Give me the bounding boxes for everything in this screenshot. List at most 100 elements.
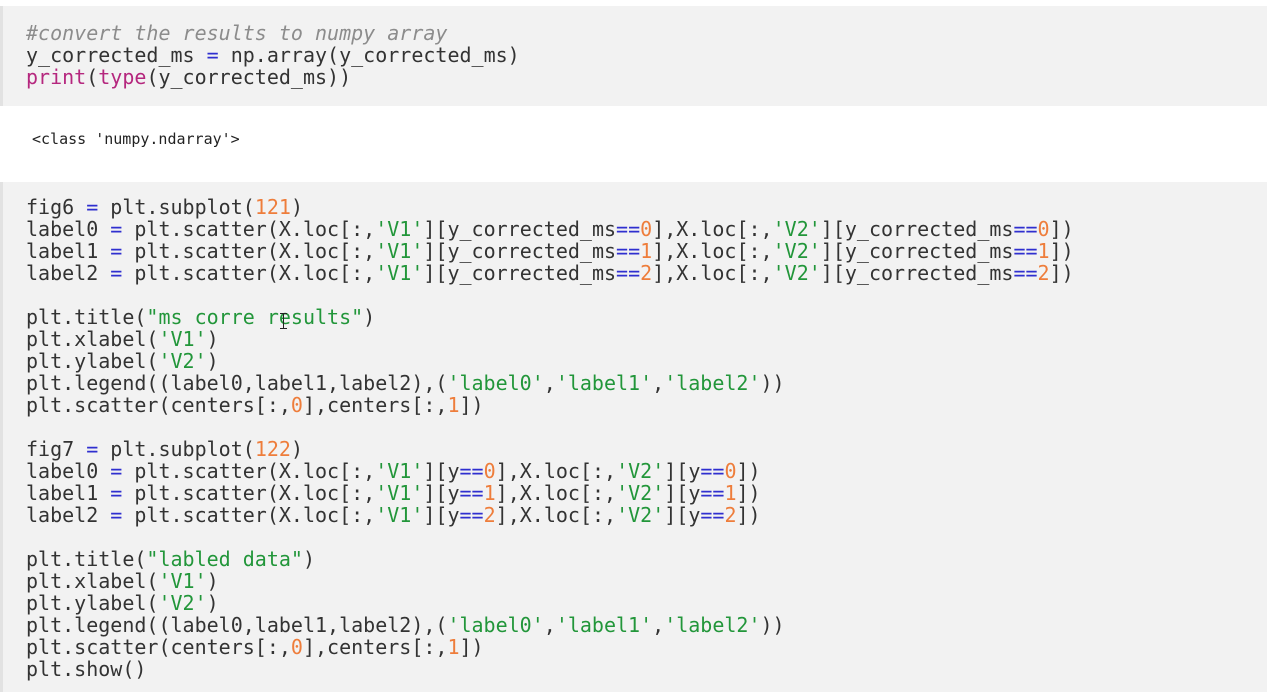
- code-line[interactable]: plt.scatter(centers[:,0],centers[:,1]): [26, 394, 1074, 416]
- code-line[interactable]: print(type(y_corrected_ms)): [26, 66, 520, 88]
- code-token-text: ): [290, 437, 303, 461]
- code-token-op: =: [86, 195, 99, 219]
- code-token-text: ): [290, 195, 303, 219]
- code-line[interactable]: label1 = plt.scatter(X.loc[:,'V1'][y==1]…: [26, 482, 1074, 504]
- ibeam-cursor-icon: [280, 313, 288, 329]
- code-token-text: plt.scatter(X.loc[:,: [122, 459, 376, 483]
- code-token-text: ): [302, 547, 316, 571]
- code-token-text: ][y_corrected_ms: [820, 261, 1014, 285]
- code-token-text: ,: [543, 371, 556, 395]
- code-token-text: plt.title(: [26, 547, 147, 571]
- code-token-op: ==: [616, 239, 641, 263]
- code-token-str: 'label1': [555, 371, 653, 395]
- code-token-text: label1: [26, 481, 111, 505]
- code-cell-1[interactable]: #convert the results to numpy array y_cor…: [0, 6, 1267, 106]
- code-token-text: )): [760, 613, 785, 637]
- code-token-text: plt.scatter(centers[:,: [26, 635, 291, 659]
- code-token-text: y_corrected_ms: [26, 43, 207, 67]
- code-line[interactable]: y_corrected_ms = np.array(y_corrected_ms…: [26, 44, 520, 66]
- code-token-text: ][y: [664, 503, 701, 527]
- code-editor[interactable]: fig6 = plt.subplot(121) label0 = plt.scat…: [26, 196, 1074, 680]
- code-token-str: 'V2': [772, 261, 821, 285]
- code-token-str: 'V1': [375, 261, 424, 285]
- code-token-text: ]): [1049, 261, 1074, 285]
- code-token-op: =: [206, 43, 219, 67]
- code-token-text: ],X.loc[:,: [495, 503, 617, 527]
- code-token-text: ],centers[:,: [302, 635, 448, 659]
- code-line[interactable]: plt.legend((label0,label1,label2),('labe…: [26, 372, 1074, 394]
- code-token-op: =: [110, 217, 123, 241]
- code-token-num: 1: [724, 481, 737, 505]
- code-token-builtin: print: [26, 65, 87, 89]
- code-token-text: ][y_corrected_ms: [423, 239, 617, 263]
- code-token-text: ][y: [423, 459, 460, 483]
- code-line[interactable]: plt.title("labled data"): [26, 548, 1074, 570]
- code-line[interactable]: plt.legend((label0,label1,label2),( 'labe…: [26, 614, 1074, 636]
- code-token-text: ,: [652, 371, 665, 395]
- code-line[interactable]: plt.ylabel('V2'): [26, 592, 1074, 614]
- code-token-str: 'V2': [158, 349, 207, 373]
- code-token-text: label1: [26, 239, 111, 263]
- code-line[interactable]: label1 = plt.scatter(X.loc[:,'V1'][y_cor…: [26, 240, 1074, 262]
- code-token-text: plt.title(: [26, 305, 147, 329]
- code-token-num: 1: [447, 393, 460, 417]
- code-token-text: ][y: [423, 481, 460, 505]
- code-token-str: "labled data": [146, 547, 303, 571]
- code-token-op: =: [110, 481, 123, 505]
- code-editor[interactable]: #convert the results to numpy array y_cor…: [26, 22, 520, 88]
- code-token-text: ]): [459, 393, 484, 417]
- code-token-text: ][y_corrected_ms: [423, 217, 617, 241]
- code-token-text: ],X.loc[:,: [652, 217, 773, 241]
- code-token-text: plt.scatter(X.loc[:,: [122, 261, 376, 285]
- code-token-text: label2: [26, 261, 111, 285]
- code-token-text: ]): [459, 635, 484, 659]
- code-line[interactable]: label0 = plt.scatter(X.loc[:,'V1'][y==0]…: [26, 460, 1074, 482]
- code-token-text: plt.scatter(centers[:,: [26, 393, 291, 417]
- code-line[interactable]: plt.scatter(centers[:,0],centers[:,1]): [26, 636, 1074, 658]
- code-line[interactable]: plt.xlabel('V1'): [26, 328, 1074, 350]
- code-line[interactable]: fig7 = plt.subplot(122): [26, 438, 1074, 460]
- code-token-text: plt.xlabel(: [26, 327, 159, 351]
- code-token-text: plt.legend((label0,label1,label2),(: [26, 613, 448, 637]
- code-line[interactable]: ​: [26, 416, 1074, 438]
- code-line[interactable]: label0 = plt.scatter(X.loc[:,'V1'][y_cor…: [26, 218, 1074, 240]
- code-token-text: ][y: [664, 481, 701, 505]
- code-token-num: 0: [290, 635, 303, 659]
- code-line[interactable]: ​: [26, 284, 1074, 306]
- code-token-text: fig6: [26, 195, 87, 219]
- code-token-str: 'label2': [664, 371, 761, 395]
- code-line[interactable]: plt.ylabel('V2'): [26, 350, 1074, 372]
- code-line[interactable]: label2 = plt.scatter(X.loc[:,'V1'][y==2]…: [26, 504, 1074, 526]
- code-token-text: label0: [26, 217, 111, 241]
- code-token-op: ==: [459, 481, 484, 505]
- code-token-text: ): [363, 305, 376, 329]
- code-token-text: plt.subplot(: [98, 437, 255, 461]
- code-token-text: ][y: [664, 459, 701, 483]
- code-token-num: 0: [483, 459, 496, 483]
- code-token-op: ==: [700, 503, 725, 527]
- code-line[interactable]: ​: [26, 526, 1074, 548]
- code-token-text: ]): [1049, 217, 1074, 241]
- code-token-str: 'V1': [375, 239, 424, 263]
- code-token-str: 'V1': [158, 327, 207, 351]
- code-token-text: label2: [26, 503, 111, 527]
- code-line[interactable]: plt.show(): [26, 658, 1074, 680]
- code-line[interactable]: plt.title("ms corre results"): [26, 306, 1074, 328]
- code-token-text: ][y_corrected_ms: [423, 261, 617, 285]
- code-token-text: plt.ylabel(: [26, 349, 159, 373]
- code-token-text: plt.scatter(X.loc[:,: [122, 503, 376, 527]
- code-cell-2[interactable]: fig6 = plt.subplot(121) label0 = plt.scat…: [0, 182, 1267, 692]
- code-line[interactable]: plt.xlabel('V1'): [26, 570, 1074, 592]
- code-token-num: 2: [724, 503, 737, 527]
- code-line[interactable]: fig6 = plt.subplot(121): [26, 196, 1074, 218]
- code-line[interactable]: label2 = plt.scatter(X.loc[:,'V1'][y_cor…: [26, 262, 1074, 284]
- code-token-op: =: [110, 459, 123, 483]
- code-line[interactable]: #convert the results to numpy array: [26, 22, 520, 44]
- code-token-text: ],X.loc[:,: [652, 239, 773, 263]
- code-token-str: 'label2': [664, 613, 761, 637]
- code-token-text: ,: [652, 613, 665, 637]
- code-token-text: ][y_corrected_ms: [820, 239, 1014, 263]
- code-token-text: plt.scatter(X.loc[:,: [122, 239, 376, 263]
- code-token-str: 'V1': [158, 569, 207, 593]
- code-token-text: label0: [26, 459, 111, 483]
